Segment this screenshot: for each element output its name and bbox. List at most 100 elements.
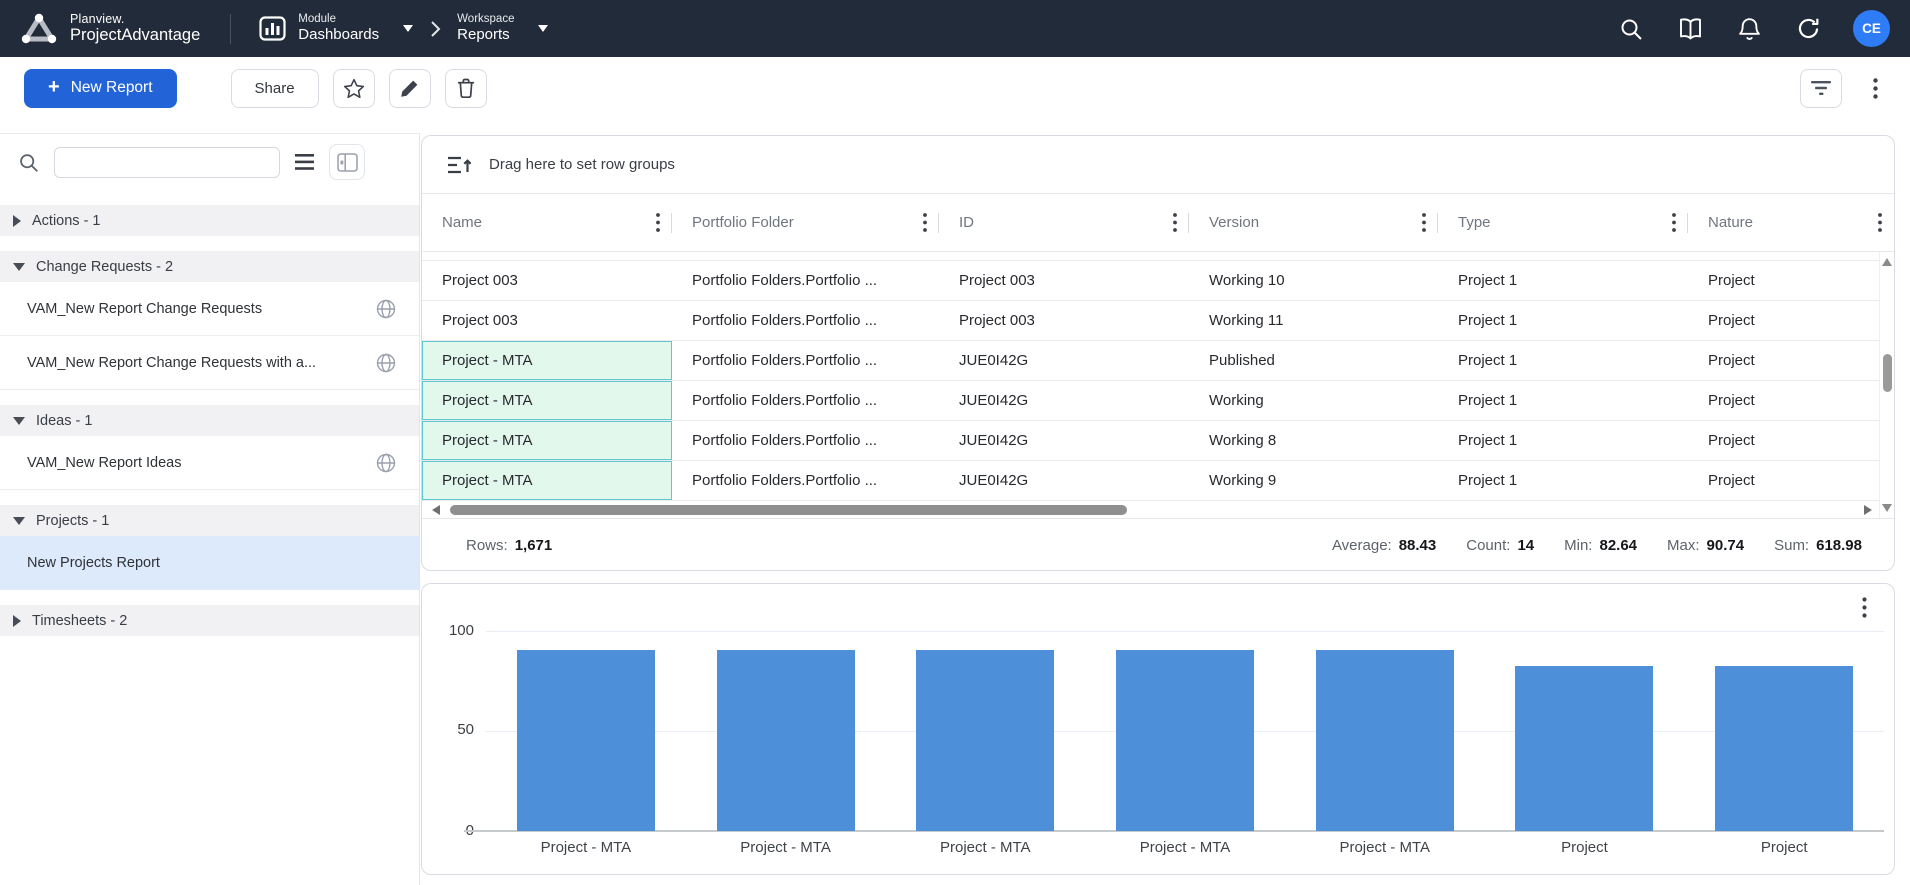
column-header-nature[interactable]: Nature (1688, 194, 1894, 251)
bar-3[interactable] (1116, 650, 1254, 831)
table-row[interactable]: Project - MTAPortfolio Folders.Portfolio… (422, 421, 1894, 461)
cell-id[interactable]: JUE0I42G (939, 381, 1189, 420)
cell-version[interactable]: Working 8 (1189, 421, 1438, 460)
bar-1[interactable] (717, 650, 855, 831)
cell-nature[interactable]: Project (1688, 461, 1894, 500)
table-row[interactable]: Project - MTAPortfolio Folders.Portfolio… (422, 341, 1894, 381)
sidebar-section-header[interactable]: Ideas - 1 (0, 405, 419, 436)
column-header-name[interactable]: Name (422, 194, 672, 251)
cell-version[interactable]: Published (1189, 341, 1438, 380)
scroll-up-icon[interactable] (1882, 258, 1892, 266)
column-menu-icon[interactable] (1422, 213, 1426, 232)
bar-2[interactable] (916, 650, 1054, 831)
vertical-scrollbar-thumb[interactable] (1883, 354, 1892, 392)
cell-type[interactable]: Project 1 (1438, 341, 1688, 380)
chart-kebab-menu[interactable] (1862, 597, 1867, 618)
cell-name[interactable]: Project - MTA (422, 381, 672, 420)
cell-name[interactable]: Project - MTA (422, 461, 672, 500)
cell-portfolio-folder[interactable]: Portfolio Folders.Portfolio ... (672, 341, 939, 380)
cell-nature[interactable]: Project (1688, 301, 1894, 340)
column-header-id[interactable]: ID (939, 194, 1189, 251)
horizontal-scrollbar-thumb[interactable] (450, 505, 1127, 515)
sidebar-section-header[interactable]: Timesheets - 2 (0, 605, 419, 636)
bar-5[interactable] (1515, 666, 1653, 831)
edit-button[interactable] (389, 69, 431, 108)
column-header-portfolio-folder[interactable]: Portfolio Folder (672, 194, 939, 251)
cell-nature[interactable]: Project (1688, 261, 1894, 300)
workspace-selector[interactable]: Workspace Reports (457, 13, 548, 45)
new-report-button[interactable]: + New Report (24, 69, 177, 108)
cell-name[interactable]: Project 003 (422, 301, 672, 340)
sidebar-section-header[interactable]: Change Requests - 2 (0, 251, 419, 282)
chart-bar-slot (885, 650, 1085, 831)
column-header-type[interactable]: Type (1438, 194, 1688, 251)
column-menu-icon[interactable] (1672, 213, 1676, 232)
column-menu-icon[interactable] (1173, 213, 1177, 232)
cell-name[interactable]: Project - MTA (422, 421, 672, 460)
table-row[interactable]: Project - MTAPortfolio Folders.Portfolio… (422, 381, 1894, 421)
sidebar-section-header[interactable]: Actions - 1 (0, 205, 419, 236)
cell-portfolio-folder[interactable]: Portfolio Folders.Portfolio ... (672, 461, 939, 500)
toolbar-kebab-menu[interactable] (1864, 74, 1886, 102)
cell-type[interactable]: Project 1 (1438, 261, 1688, 300)
cell-id[interactable]: JUE0I42G (939, 341, 1189, 380)
scroll-down-icon[interactable] (1882, 504, 1892, 512)
favorite-button[interactable] (333, 69, 375, 108)
column-menu-icon[interactable] (656, 213, 660, 232)
cell-nature[interactable]: Project (1688, 341, 1894, 380)
cell-id[interactable]: JUE0I42G (939, 461, 1189, 500)
scroll-right-icon[interactable] (1864, 505, 1872, 515)
table-row[interactable]: Project 003Portfolio Folders.Portfolio .… (422, 301, 1894, 341)
vertical-scrollbar[interactable] (1879, 252, 1894, 518)
horizontal-scrollbar[interactable] (422, 502, 1894, 518)
sidebar-item[interactable]: VAM_New Report Change Requests with a... (0, 336, 419, 390)
refresh-icon[interactable] (1794, 15, 1822, 43)
cell-portfolio-folder[interactable]: Portfolio Folders.Portfolio ... (672, 381, 939, 420)
sidebar-item[interactable]: New Projects Report (0, 536, 419, 590)
column-menu-icon[interactable] (923, 213, 927, 232)
sidebar-item[interactable]: VAM_New Report Change Requests (0, 282, 419, 336)
cell-id[interactable]: JUE0I42G (939, 421, 1189, 460)
chart-bar-slot (686, 650, 886, 831)
table-row[interactable]: Project 003Portfolio Folders.Portfolio .… (422, 261, 1894, 301)
sidebar-item[interactable]: VAM_New Report Ideas (0, 436, 419, 490)
cell-id[interactable]: Project 003 (939, 301, 1189, 340)
cell-version[interactable]: Working 10 (1189, 261, 1438, 300)
cell-type[interactable]: Project 1 (1438, 421, 1688, 460)
scroll-left-icon[interactable] (432, 505, 440, 515)
row-group-dropzone[interactable]: Drag here to set row groups (422, 136, 1894, 194)
cell-version[interactable]: Working 9 (1189, 461, 1438, 500)
share-button[interactable]: Share (231, 69, 319, 108)
cell-nature[interactable]: Project (1688, 421, 1894, 460)
sidebar-section-header[interactable]: Projects - 1 (0, 505, 419, 536)
notifications-bell-icon[interactable] (1735, 15, 1763, 43)
user-avatar[interactable]: CE (1853, 10, 1890, 47)
bar-6[interactable] (1715, 666, 1853, 831)
delete-button[interactable] (445, 69, 487, 108)
filter-button[interactable] (1800, 69, 1842, 108)
module-selector[interactable]: Module Dashboards (259, 13, 413, 45)
search-icon[interactable] (1617, 15, 1645, 43)
cell-type[interactable]: Project 1 (1438, 301, 1688, 340)
cell-version[interactable]: Working 11 (1189, 301, 1438, 340)
cell-type[interactable]: Project 1 (1438, 381, 1688, 420)
list-menu-icon[interactable] (295, 154, 314, 170)
cell-type[interactable]: Project 1 (1438, 461, 1688, 500)
cell-portfolio-folder[interactable]: Portfolio Folders.Portfolio ... (672, 301, 939, 340)
cell-version[interactable]: Working (1189, 381, 1438, 420)
table-row[interactable]: Project - MTAPortfolio Folders.Portfolio… (422, 461, 1894, 501)
column-menu-icon[interactable] (1878, 213, 1882, 232)
cell-portfolio-folder[interactable]: Portfolio Folders.Portfolio ... (672, 421, 939, 460)
brand-logo[interactable]: Planview. ProjectAdvantage (20, 12, 200, 45)
search-input[interactable] (54, 147, 280, 178)
bar-4[interactable] (1316, 650, 1454, 831)
cell-portfolio-folder[interactable]: Portfolio Folders.Portfolio ... (672, 261, 939, 300)
cell-id[interactable]: Project 003 (939, 261, 1189, 300)
cell-name[interactable]: Project - MTA (422, 341, 672, 380)
cell-name[interactable]: Project 003 (422, 261, 672, 300)
cell-nature[interactable]: Project (1688, 381, 1894, 420)
column-header-version[interactable]: Version (1189, 194, 1438, 251)
collapse-panel-button[interactable] (329, 144, 365, 180)
help-book-icon[interactable] (1676, 15, 1704, 43)
bar-0[interactable] (517, 650, 655, 831)
